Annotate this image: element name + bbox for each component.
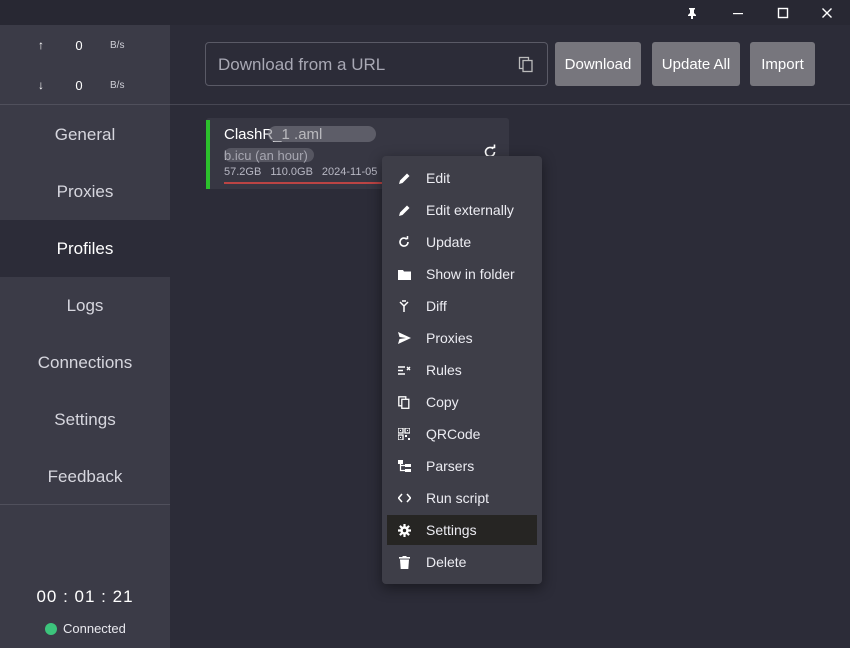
context-menu: Edit Edit externally Update Show in fold…	[382, 156, 542, 584]
menu-label: Show in folder	[426, 266, 515, 282]
copy-icon	[397, 395, 411, 409]
nav-proxies[interactable]: Proxies	[0, 163, 170, 220]
usage-bar	[224, 182, 404, 184]
close-icon[interactable]	[804, 0, 850, 25]
merge-icon	[397, 299, 411, 313]
profile-date: 2024-11-05	[321, 166, 378, 178]
uptime-timer: 00 : 01 : 21	[36, 587, 134, 606]
download-value: 0	[75, 77, 83, 93]
send-icon	[397, 331, 411, 345]
nav-profiles[interactable]: Profiles	[0, 220, 170, 277]
nav-logs[interactable]: Logs	[0, 277, 170, 334]
profile-meta: 57.2GB 110.0GB 2024-11-05	[224, 166, 386, 178]
menu-item-delete[interactable]: Delete	[382, 547, 542, 577]
menu-item-run-script[interactable]: Run script	[382, 483, 542, 513]
menu-label: Proxies	[426, 330, 473, 346]
qrcode-icon	[397, 427, 411, 441]
connection-status: Connected	[45, 621, 126, 636]
upload-unit: B/s	[110, 39, 125, 51]
status-dot-icon	[45, 622, 57, 635]
redaction-mask	[224, 148, 314, 162]
menu-item-copy[interactable]: Copy	[382, 387, 542, 417]
menu-label: Run script	[426, 490, 490, 506]
status-label: Connected	[63, 621, 126, 636]
trash-icon	[397, 555, 411, 569]
menu-item-show-in-folder[interactable]: Show in folder	[382, 259, 542, 289]
active-indicator	[206, 120, 210, 189]
paste-icon[interactable]	[517, 55, 535, 73]
update-all-button[interactable]: Update All	[652, 42, 740, 86]
url-input[interactable]	[216, 43, 520, 87]
refresh-icon	[397, 235, 411, 249]
menu-item-proxies[interactable]: Proxies	[382, 323, 542, 353]
menu-label: Edit	[426, 170, 451, 186]
upload-arrow-icon: ↑	[38, 38, 44, 52]
menu-label: Copy	[426, 394, 459, 410]
download-arrow-icon: ↓	[38, 78, 44, 92]
menu-label: Edit externally	[426, 202, 514, 218]
nav-connections[interactable]: Connections	[0, 334, 170, 391]
pin-icon[interactable]	[669, 0, 715, 25]
maximize-icon[interactable]	[760, 0, 806, 25]
download-speed: ↓ 0 B/s	[0, 67, 170, 103]
nav-general[interactable]: General	[0, 106, 170, 163]
nav-feedback[interactable]: Feedback	[0, 448, 170, 505]
profile-total: 110.0GB	[270, 166, 313, 178]
menu-label: Update	[426, 234, 472, 250]
upload-speed: ↑ 0 B/s	[0, 27, 170, 63]
menu-item-settings[interactable]: Settings	[387, 515, 537, 545]
pencil-icon	[397, 203, 411, 217]
gear-icon	[397, 523, 411, 537]
menu-label: Parsers	[426, 458, 475, 474]
upload-value: 0	[75, 37, 83, 53]
menu-label: Delete	[426, 554, 467, 570]
menu-label: Settings	[426, 522, 477, 538]
profile-used: 57.2GB	[224, 166, 262, 178]
menu-label: Diff	[426, 298, 447, 314]
menu-item-update[interactable]: Update	[382, 227, 542, 257]
import-button[interactable]: Import	[750, 42, 815, 86]
download-button[interactable]: Download	[555, 42, 641, 86]
folder-icon	[397, 267, 411, 281]
minimize-icon[interactable]	[715, 0, 761, 25]
menu-label: QRCode	[426, 426, 481, 442]
pencil-icon	[397, 171, 411, 185]
title-bar	[0, 0, 850, 25]
sidebar-divider	[0, 104, 170, 105]
url-field[interactable]	[205, 42, 548, 87]
code-icon	[397, 491, 411, 505]
menu-item-edit-externally[interactable]: Edit externally	[382, 195, 542, 225]
download-unit: B/s	[110, 79, 125, 91]
tree-icon	[397, 459, 411, 473]
menu-item-parsers[interactable]: Parsers	[382, 451, 542, 481]
nav-settings[interactable]: Settings	[0, 391, 170, 448]
sidebar-divider	[0, 504, 170, 505]
menu-label: Rules	[426, 362, 462, 378]
menu-item-edit[interactable]: Edit	[382, 163, 542, 193]
redaction-mask	[268, 126, 376, 142]
menu-item-diff[interactable]: Diff	[382, 291, 542, 321]
rules-icon	[397, 363, 411, 377]
toolbar-divider	[170, 104, 850, 105]
menu-item-rules[interactable]: Rules	[382, 355, 542, 385]
menu-item-qrcode[interactable]: QRCode	[382, 419, 542, 449]
